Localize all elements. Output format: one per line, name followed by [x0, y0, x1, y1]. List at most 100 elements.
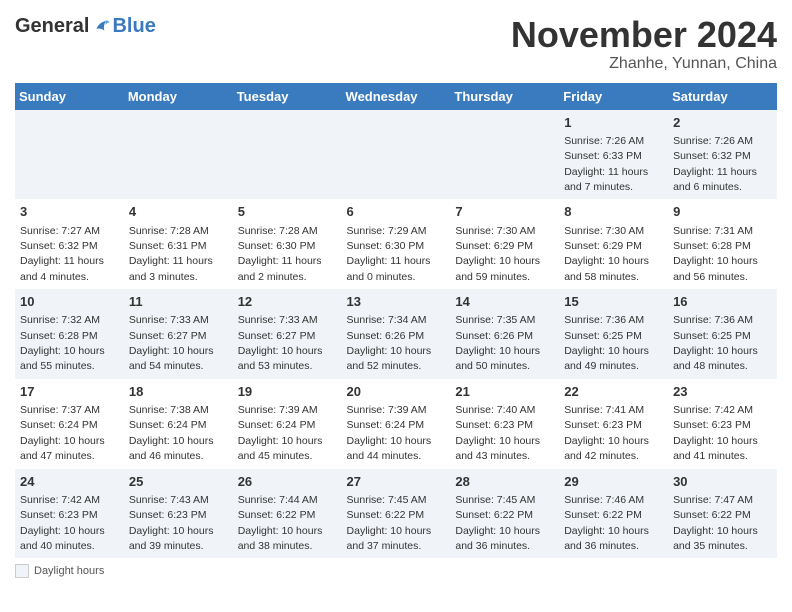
calendar-day-cell: 20Sunrise: 7:39 AM Sunset: 6:24 PM Dayli… — [342, 379, 451, 469]
calendar-day-cell: 5 Sunrise: 7:28 AM Sunset: 6:30 PM Daylig… — [233, 199, 342, 289]
calendar-day-cell — [342, 110, 451, 200]
day-info: Sunrise: 7:37 AM Sunset: 6:24 PM Dayligh… — [20, 404, 105, 462]
day-number: 21 — [455, 383, 554, 401]
day-info: Sunrise: 7:26 AM Sunset: 6:32 PM Dayligh… — [673, 135, 757, 193]
day-info: Sunrise: 7:30 AM Sunset: 6:29 PM Dayligh… — [455, 225, 540, 283]
day-info: Sunrise: 7:28 AM Sunset: 6:30 PM Dayligh… — [238, 225, 322, 283]
legend-box — [15, 564, 29, 578]
calendar-day-cell — [124, 110, 233, 200]
location-subtitle: Zhanhe, Yunnan, China — [511, 55, 777, 73]
day-info: Sunrise: 7:34 AM Sunset: 6:26 PM Dayligh… — [347, 314, 432, 372]
weekday-header: Friday — [559, 83, 668, 110]
day-info: Sunrise: 7:39 AM Sunset: 6:24 PM Dayligh… — [347, 404, 432, 462]
calendar-day-cell: 28 Sunrise: 7:45 AM Sunset: 6:22 PM Dayli… — [450, 469, 559, 559]
calendar-day-cell: 6 Sunrise: 7:29 AM Sunset: 6:30 PM Daylig… — [342, 199, 451, 289]
day-number: 2 — [673, 114, 772, 132]
day-number: 19 — [238, 383, 337, 401]
day-number: 12 — [238, 293, 337, 311]
calendar-week-row: 17 Sunrise: 7:37 AM Sunset: 6:24 PM Dayli… — [15, 379, 777, 469]
day-info: Sunrise: 7:42 AM Sunset: 6:23 PM Dayligh… — [20, 494, 105, 552]
day-info: Sunrise: 7:38 AM Sunset: 6:24 PM Dayligh… — [129, 404, 214, 462]
weekday-header: Tuesday — [233, 83, 342, 110]
day-info: Sunrise: 7:29 AM Sunset: 6:30 PM Dayligh… — [347, 225, 431, 283]
legend-label: Daylight hours — [34, 565, 104, 577]
day-info: Sunrise: 7:33 AM Sunset: 6:27 PM Dayligh… — [238, 314, 323, 372]
weekday-header: Wednesday — [342, 83, 451, 110]
calendar-day-cell: 8 Sunrise: 7:30 AM Sunset: 6:29 PM Daylig… — [559, 199, 668, 289]
calendar-day-cell: 14 Sunrise: 7:35 AM Sunset: 6:26 PM Dayli… — [450, 289, 559, 379]
calendar-day-cell: 7 Sunrise: 7:30 AM Sunset: 6:29 PM Daylig… — [450, 199, 559, 289]
calendar-week-row: 1Sunrise: 7:26 AM Sunset: 6:33 PM Daylig… — [15, 110, 777, 200]
day-number: 1 — [564, 114, 663, 132]
day-info: Sunrise: 7:40 AM Sunset: 6:23 PM Dayligh… — [455, 404, 540, 462]
calendar-day-cell: 2 Sunrise: 7:26 AM Sunset: 6:32 PM Daylig… — [668, 110, 777, 200]
calendar-day-cell: 10 Sunrise: 7:32 AM Sunset: 6:28 PM Dayli… — [15, 289, 124, 379]
calendar-day-cell: 3Sunrise: 7:27 AM Sunset: 6:32 PM Daylig… — [15, 199, 124, 289]
day-info: Sunrise: 7:47 AM Sunset: 6:22 PM Dayligh… — [673, 494, 758, 552]
calendar-day-cell — [450, 110, 559, 200]
day-info: Sunrise: 7:41 AM Sunset: 6:23 PM Dayligh… — [564, 404, 649, 462]
day-number: 15 — [564, 293, 663, 311]
calendar-day-cell: 19 Sunrise: 7:39 AM Sunset: 6:24 PM Dayli… — [233, 379, 342, 469]
calendar-day-cell: 21 Sunrise: 7:40 AM Sunset: 6:23 PM Dayli… — [450, 379, 559, 469]
day-info: Sunrise: 7:39 AM Sunset: 6:24 PM Dayligh… — [238, 404, 323, 462]
weekday-header-row: SundayMondayTuesdayWednesdayThursdayFrid… — [15, 83, 777, 110]
calendar-week-row: 24 Sunrise: 7:42 AM Sunset: 6:23 PM Dayli… — [15, 469, 777, 559]
day-number: 10 — [20, 293, 119, 311]
calendar-day-cell: 4Sunrise: 7:28 AM Sunset: 6:31 PM Daylig… — [124, 199, 233, 289]
calendar-day-cell: 1Sunrise: 7:26 AM Sunset: 6:33 PM Daylig… — [559, 110, 668, 200]
day-number: 5 — [238, 203, 337, 221]
calendar-day-cell: 16 Sunrise: 7:36 AM Sunset: 6:25 PM Dayli… — [668, 289, 777, 379]
day-number: 16 — [673, 293, 772, 311]
day-info: Sunrise: 7:36 AM Sunset: 6:25 PM Dayligh… — [673, 314, 758, 372]
calendar-week-row: 3Sunrise: 7:27 AM Sunset: 6:32 PM Daylig… — [15, 199, 777, 289]
day-number: 23 — [673, 383, 772, 401]
day-info: Sunrise: 7:45 AM Sunset: 6:22 PM Dayligh… — [455, 494, 540, 552]
day-info: Sunrise: 7:42 AM Sunset: 6:23 PM Dayligh… — [673, 404, 758, 462]
calendar-day-cell: 29Sunrise: 7:46 AM Sunset: 6:22 PM Dayli… — [559, 469, 668, 559]
day-number: 28 — [455, 473, 554, 491]
day-number: 18 — [129, 383, 228, 401]
day-info: Sunrise: 7:46 AM Sunset: 6:22 PM Dayligh… — [564, 494, 649, 552]
calendar-week-row: 10 Sunrise: 7:32 AM Sunset: 6:28 PM Dayli… — [15, 289, 777, 379]
title-block: November 2024 Zhanhe, Yunnan, China — [511, 15, 777, 73]
weekday-header: Monday — [124, 83, 233, 110]
day-info: Sunrise: 7:45 AM Sunset: 6:22 PM Dayligh… — [347, 494, 432, 552]
calendar-day-cell — [233, 110, 342, 200]
day-number: 26 — [238, 473, 337, 491]
day-info: Sunrise: 7:31 AM Sunset: 6:28 PM Dayligh… — [673, 225, 758, 283]
calendar-day-cell: 22Sunrise: 7:41 AM Sunset: 6:23 PM Dayli… — [559, 379, 668, 469]
day-number: 17 — [20, 383, 119, 401]
calendar-day-cell — [15, 110, 124, 200]
calendar-day-cell: 17 Sunrise: 7:37 AM Sunset: 6:24 PM Dayli… — [15, 379, 124, 469]
day-info: Sunrise: 7:33 AM Sunset: 6:27 PM Dayligh… — [129, 314, 214, 372]
day-info: Sunrise: 7:43 AM Sunset: 6:23 PM Dayligh… — [129, 494, 214, 552]
day-info: Sunrise: 7:30 AM Sunset: 6:29 PM Dayligh… — [564, 225, 649, 283]
page-header: General Blue November 2024 Zhanhe, Yunna… — [15, 15, 777, 73]
calendar-day-cell: 30Sunrise: 7:47 AM Sunset: 6:22 PM Dayli… — [668, 469, 777, 559]
day-info: Sunrise: 7:36 AM Sunset: 6:25 PM Dayligh… — [564, 314, 649, 372]
day-number: 24 — [20, 473, 119, 491]
legend: Daylight hours — [15, 564, 777, 578]
weekday-header: Saturday — [668, 83, 777, 110]
day-number: 11 — [129, 293, 228, 311]
weekday-header: Thursday — [450, 83, 559, 110]
day-number: 27 — [347, 473, 446, 491]
day-info: Sunrise: 7:32 AM Sunset: 6:28 PM Dayligh… — [20, 314, 105, 372]
day-number: 8 — [564, 203, 663, 221]
calendar-day-cell: 25 Sunrise: 7:43 AM Sunset: 6:23 PM Dayli… — [124, 469, 233, 559]
day-info: Sunrise: 7:28 AM Sunset: 6:31 PM Dayligh… — [129, 225, 213, 283]
calendar-day-cell: 27 Sunrise: 7:45 AM Sunset: 6:22 PM Dayli… — [342, 469, 451, 559]
logo-bird-icon — [91, 17, 111, 37]
calendar-day-cell: 18 Sunrise: 7:38 AM Sunset: 6:24 PM Dayli… — [124, 379, 233, 469]
calendar-day-cell: 26 Sunrise: 7:44 AM Sunset: 6:22 PM Dayli… — [233, 469, 342, 559]
calendar-day-cell: 11 Sunrise: 7:33 AM Sunset: 6:27 PM Dayli… — [124, 289, 233, 379]
day-number: 14 — [455, 293, 554, 311]
day-info: Sunrise: 7:35 AM Sunset: 6:26 PM Dayligh… — [455, 314, 540, 372]
day-number: 7 — [455, 203, 554, 221]
day-number: 25 — [129, 473, 228, 491]
day-info: Sunrise: 7:44 AM Sunset: 6:22 PM Dayligh… — [238, 494, 323, 552]
day-number: 9 — [673, 203, 772, 221]
calendar-day-cell: 13Sunrise: 7:34 AM Sunset: 6:26 PM Dayli… — [342, 289, 451, 379]
day-number: 6 — [347, 203, 446, 221]
